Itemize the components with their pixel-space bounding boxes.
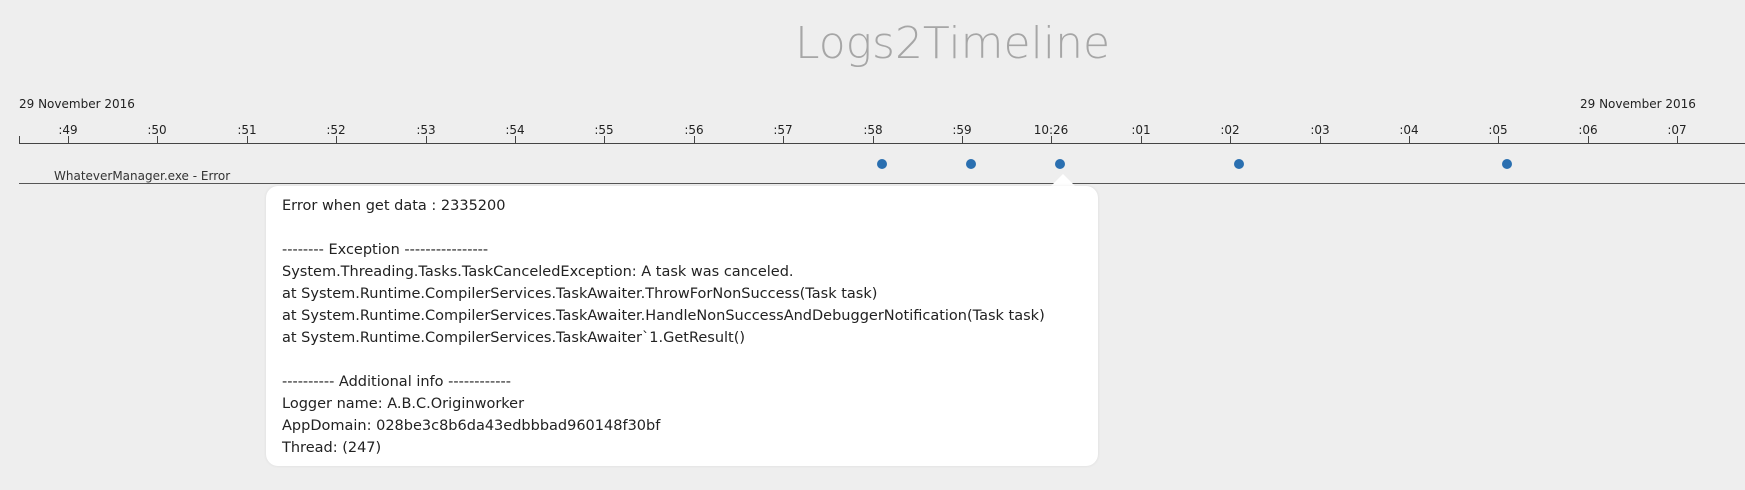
timeline-tick: [1588, 136, 1589, 143]
tooltip-line: AppDomain: 028be3c8b6da43edbbbad960148f3…: [282, 418, 661, 434]
timeline-tick: [783, 136, 784, 143]
timeline-tick-label: :52: [326, 123, 346, 137]
timeline-tick: [1141, 136, 1142, 143]
timeline-tick: [515, 136, 516, 143]
timeline-tick: [1677, 136, 1678, 143]
tooltip-line: Thread: (247): [282, 440, 382, 456]
lane-line: [19, 183, 1745, 184]
timeline-tick-label: :51: [237, 123, 257, 137]
tooltip-line: -------- Exception ----------------: [282, 242, 489, 258]
event-marker[interactable]: [1234, 159, 1244, 169]
tooltip-line: ---------- Additional info ------------: [282, 374, 511, 390]
timeline-end-date: 29 November 2016: [1580, 97, 1696, 111]
event-marker[interactable]: [1055, 159, 1065, 169]
timeline-tick-label: :54: [505, 123, 525, 137]
timeline-axis-line: [19, 143, 1745, 144]
timeline-start-date: 29 November 2016: [19, 97, 135, 111]
timeline-tick: [336, 136, 337, 143]
timeline-tick-label: :50: [147, 123, 167, 137]
event-detail-tooltip: Error when get data : 2335200 -------- Ex…: [266, 186, 1098, 466]
timeline-tick: [426, 136, 427, 143]
timeline-tick: [962, 136, 963, 143]
timeline-tick-label: :59: [952, 123, 972, 137]
app-title: Logs2Timeline: [794, 18, 1111, 69]
timeline-tick-label: :01: [1131, 123, 1151, 137]
timeline-tick: [1051, 136, 1052, 143]
tooltip-line: Error when get data : 2335200: [282, 198, 506, 214]
timeline-tick: [247, 136, 248, 143]
tooltip-line: at System.Runtime.CompilerServices.TaskA…: [282, 330, 746, 346]
tooltip-line: [282, 217, 1082, 239]
lane-label: WhateverManager.exe - Error: [54, 169, 235, 183]
tooltip-line: [282, 349, 1082, 371]
timeline-tick: [1230, 136, 1231, 143]
timeline-axis-start-tick: [19, 136, 20, 144]
timeline-tick-label: :06: [1578, 123, 1598, 137]
timeline-tick-label: :04: [1399, 123, 1419, 137]
timeline-tick: [873, 136, 874, 143]
timeline-tick: [604, 136, 605, 143]
timeline-tick: [1498, 136, 1499, 143]
event-marker[interactable]: [966, 159, 976, 169]
timeline-tick-label: :07: [1667, 123, 1687, 137]
timeline-tick: [1320, 136, 1321, 143]
tooltip-line: at System.Runtime.CompilerServices.TaskA…: [282, 308, 1045, 324]
timeline-tick-label: :55: [594, 123, 614, 137]
event-marker[interactable]: [877, 159, 887, 169]
timeline-tick-label: :03: [1310, 123, 1330, 137]
timeline-tick: [157, 136, 158, 143]
event-marker[interactable]: [1502, 159, 1512, 169]
timeline-tick: [68, 136, 69, 143]
timeline-tick: [1409, 136, 1410, 143]
timeline-tick-label: :57: [773, 123, 793, 137]
timeline-tick-label: :05: [1488, 123, 1508, 137]
timeline-tick: [694, 136, 695, 143]
timeline-tick-label: :56: [684, 123, 704, 137]
tooltip-line: Logger name: A.B.C.Originworker: [282, 396, 525, 412]
timeline-tick-label: :02: [1220, 123, 1240, 137]
timeline-tick-label: :53: [416, 123, 436, 137]
timeline-tick-label: :58: [863, 123, 883, 137]
tooltip-line: at System.Runtime.CompilerServices.TaskA…: [282, 286, 878, 302]
tooltip-line: System.Threading.Tasks.TaskCanceledExcep…: [282, 264, 794, 280]
timeline-tick-label: 10:26: [1033, 123, 1069, 137]
timeline-tick-label: :49: [58, 123, 78, 137]
